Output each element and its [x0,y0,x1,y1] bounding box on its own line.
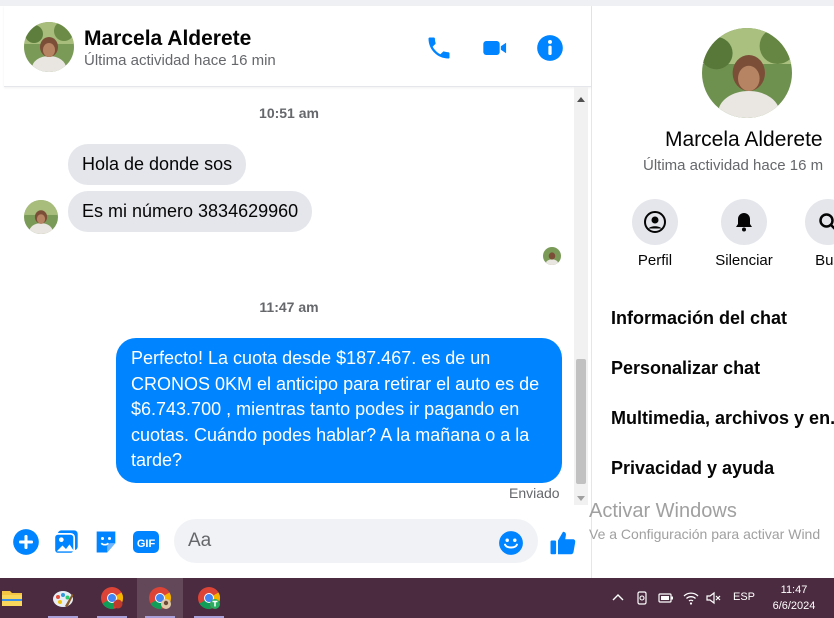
chat-header: Marcela Alderete Última actividad hace 1… [4,6,591,87]
windows-activation-title: Activar Windows [589,500,737,522]
chrome-profile-t-icon[interactable] [186,578,232,618]
info-icon[interactable] [536,34,564,62]
search-action-label: Bus [815,252,834,269]
device-icon[interactable] [634,590,650,606]
incoming-message[interactable]: Es mi número 3834629960 [68,191,313,232]
show-hidden-icons-icon[interactable] [610,590,626,606]
message-composer: GIF [4,510,591,570]
profile-avatar[interactable] [702,28,792,118]
windows-activation-subtitle: Ve a Configuración para activar Wind [589,526,821,542]
message-timestamp: 11:47 am [259,299,319,315]
clock-date: 6/6/2024 [772,600,816,612]
message-list: 10:51 am Hola de donde sos Es mi número … [4,87,574,505]
sent-status: Enviado [509,485,560,501]
outgoing-message[interactable]: Perfecto! La cuota desde $187.467. es de… [116,338,562,483]
profile-action-button[interactable]: Perfil [615,199,695,269]
message-timestamp: 10:51 am [259,105,319,121]
chrome-profile-icon[interactable] [137,578,183,618]
profile-status: Última actividad hace 16 m [643,157,824,174]
add-icon[interactable] [12,528,40,556]
bell-icon [736,213,752,232]
menu-privacy-help[interactable]: Privacidad y ayuda [611,458,774,479]
windows-taskbar: ESP 11:47 6/6/2024 [0,578,834,618]
scroll-down-arrow-icon[interactable] [574,491,588,501]
battery-icon[interactable] [658,590,674,606]
scrollbar-thumb[interactable] [576,359,586,484]
contact-name[interactable]: Marcela Alderete [84,27,251,51]
contact-status: Última actividad hace 16 min [84,52,276,69]
volume-muted-icon[interactable] [705,590,721,606]
like-icon[interactable] [548,528,578,558]
mute-action-button[interactable]: Silenciar [704,199,784,269]
chat-panel: Marcela Alderete Última actividad hace 1… [4,6,592,578]
message-input[interactable] [174,519,538,563]
paint-icon[interactable] [40,578,86,618]
incoming-message[interactable]: Hola de donde sos [68,144,247,185]
sender-avatar[interactable] [24,200,58,234]
profile-name: Marcela Alderete [665,128,823,151]
message-scrollbar[interactable] [574,87,588,505]
contact-avatar[interactable] [24,22,74,72]
profile-icon [644,211,666,233]
mute-action-label: Silenciar [715,252,773,269]
menu-customize-chat[interactable]: Personalizar chat [611,358,760,379]
phone-icon[interactable] [425,34,453,62]
file-explorer-icon[interactable] [0,578,35,618]
image-icon[interactable] [52,528,80,556]
chrome-icon[interactable] [89,578,135,618]
search-action-button[interactable]: Bus [788,199,834,269]
svg-text:GIF: GIF [137,538,156,550]
emoji-icon[interactable] [498,530,524,556]
input-language[interactable]: ESP [733,591,755,603]
search-icon [819,213,834,230]
gif-icon[interactable]: GIF [132,528,160,556]
video-camera-icon[interactable] [481,34,509,62]
clock-time: 11:47 [780,584,808,596]
wifi-icon[interactable] [683,590,699,606]
system-clock[interactable]: 11:47 6/6/2024 [768,582,820,614]
seen-receipt-avatar [543,247,561,265]
profile-action-label: Perfil [637,252,673,269]
scroll-up-arrow-icon[interactable] [574,91,588,102]
sticker-icon[interactable] [92,528,120,556]
menu-chat-info[interactable]: Información del chat [611,308,787,329]
menu-media-files[interactable]: Multimedia, archivos y en. [611,408,834,429]
chat-info-panel: Marcela Alderete Última actividad hace 1… [592,6,834,578]
